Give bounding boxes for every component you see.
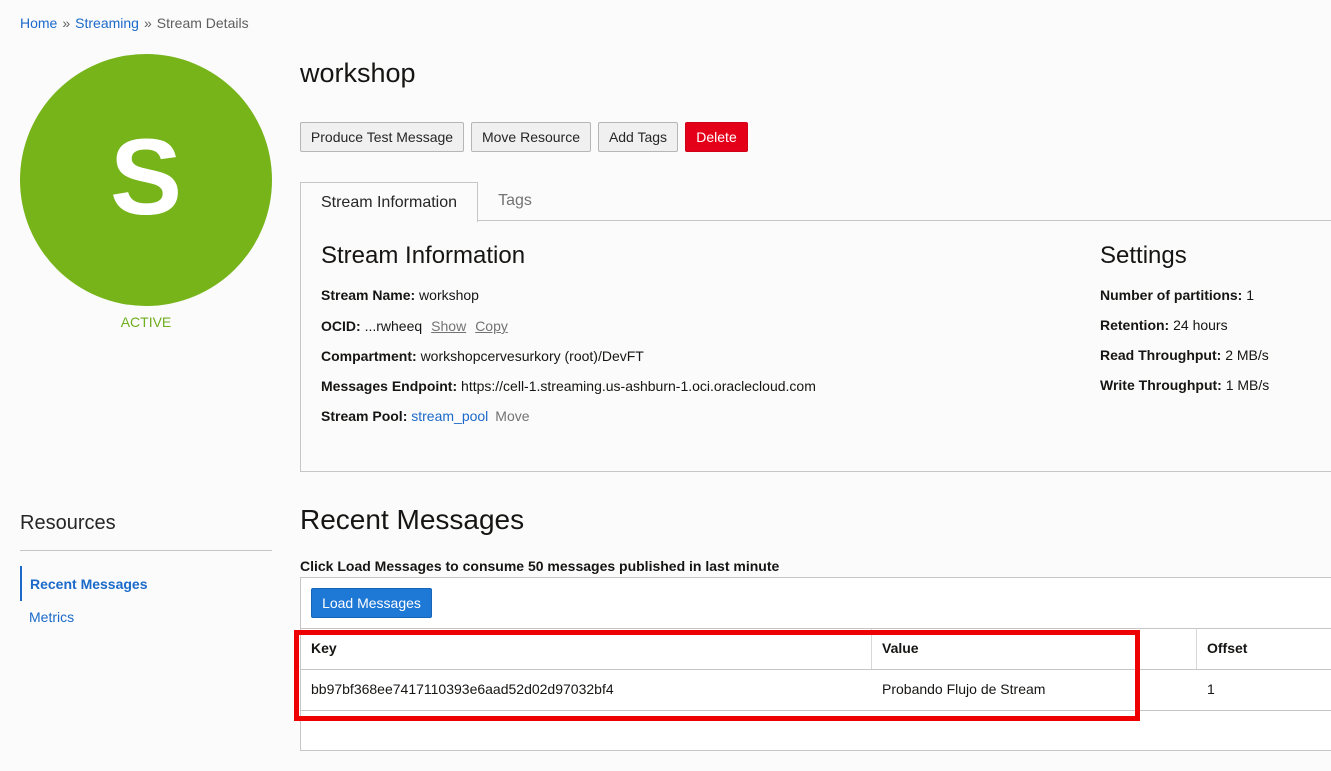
column-divider [1196,629,1197,669]
retention-value: 24 hours [1173,317,1228,333]
stream-avatar: S [20,54,272,306]
read-throughput-value: 2 MB/s [1225,347,1269,363]
column-divider [871,629,872,669]
resources-heading: Resources [20,512,116,534]
ocid-label: OCID: [321,318,361,334]
breadcrumb: Home» Streaming» Stream Details [20,15,249,31]
ocid-copy-link[interactable]: Copy [475,318,508,334]
write-throughput-value: 1 MB/s [1225,377,1270,393]
stream-pool-label: Stream Pool: [321,408,408,424]
table-row-divider [301,710,1331,711]
retention-row: Retention: 24 hours [1100,317,1228,333]
table-top-border [301,628,1331,629]
partitions-label: Number of partitions: [1100,287,1243,303]
column-header-value[interactable]: Value [882,640,919,656]
messages-container [300,577,1331,751]
breadcrumb-streaming-link[interactable]: Streaming [75,15,139,31]
compartment-row: Compartment: workshopcervesurkory (root)… [321,348,644,364]
produce-test-message-button[interactable]: Produce Test Message [300,122,464,152]
messages-endpoint-row: Messages Endpoint: https://cell-1.stream… [321,378,816,394]
stream-pool-move-link[interactable]: Move [495,408,529,424]
load-messages-button[interactable]: Load Messages [311,588,432,618]
resource-item-metrics[interactable]: Metrics [29,609,74,625]
messages-endpoint-value: https://cell-1.streaming.us-ashburn-1.oc… [461,378,816,394]
ocid-value: ...rwheeq [364,318,423,334]
write-throughput-row: Write Throughput: 1 MB/s [1100,377,1269,393]
settings-heading: Settings [1100,242,1187,269]
table-cell-value: Probando Flujo de Stream [882,681,1046,697]
tab-stream-information[interactable]: Stream Information [300,182,478,222]
breadcrumb-home-link[interactable]: Home [20,15,57,31]
page-title: workshop [300,58,416,88]
ocid-show-link[interactable]: Show [431,318,466,334]
table-cell-key: bb97bf368ee7417110393e6aad52d02d97032bf4 [311,681,614,697]
column-header-offset[interactable]: Offset [1207,640,1247,656]
write-throughput-label: Write Throughput: [1100,377,1222,393]
load-messages-hint: Click Load Messages to consume 50 messag… [300,558,780,574]
delete-button[interactable]: Delete [685,122,748,152]
read-throughput-row: Read Throughput: 2 MB/s [1100,347,1269,363]
partitions-row: Number of partitions: 1 [1100,287,1254,303]
add-tags-button[interactable]: Add Tags [598,122,678,152]
partitions-value: 1 [1246,287,1255,303]
ocid-row: OCID: ...rwheeq Show Copy [321,318,508,334]
tab-tags[interactable]: Tags [478,182,552,220]
move-resource-button[interactable]: Move Resource [471,122,591,152]
recent-messages-heading: Recent Messages [300,504,525,535]
messages-endpoint-label: Messages Endpoint: [321,378,458,394]
avatar-letter: S [109,116,183,237]
stream-pool-row: Stream Pool: stream_pool Move [321,408,530,424]
table-cell-offset: 1 [1207,681,1215,697]
compartment-label: Compartment: [321,348,417,364]
table-header-divider [301,669,1331,670]
compartment-value: workshopcervesurkory (root)/DevFT [420,348,644,364]
column-header-key[interactable]: Key [311,640,337,656]
retention-label: Retention: [1100,317,1170,333]
stream-name-value: workshop [419,287,479,303]
breadcrumb-separator: » [143,15,152,31]
breadcrumb-current: Stream Details [156,15,249,31]
status-badge: ACTIVE [120,314,172,330]
stream-pool-link[interactable]: stream_pool [411,408,488,424]
stream-name-label: Stream Name: [321,287,416,303]
breadcrumb-separator: » [62,15,71,31]
resource-item-recent-messages[interactable]: Recent Messages [20,566,270,601]
resources-divider [20,550,272,551]
stream-info-heading: Stream Information [321,242,526,269]
stream-name-row: Stream Name: workshop [321,287,479,303]
read-throughput-label: Read Throughput: [1100,347,1222,363]
